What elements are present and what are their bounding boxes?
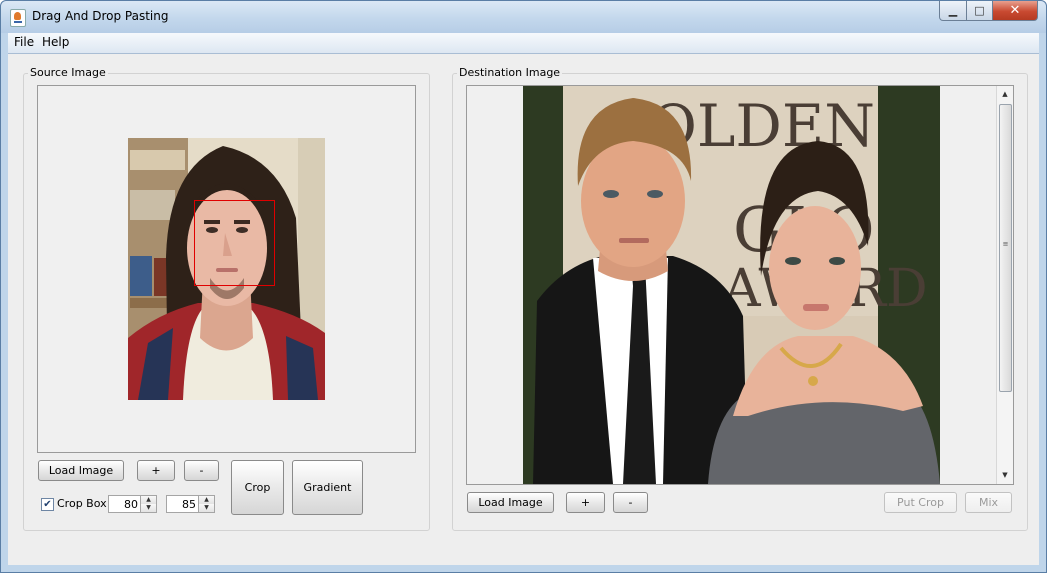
close-icon: ✕	[1009, 3, 1021, 18]
source-zoom-out-button[interactable]: -	[184, 460, 219, 481]
crop-width-down-arrow-icon[interactable]: ▼	[141, 504, 156, 512]
man-mouth	[619, 238, 649, 243]
scrollbar-grip-icon: ≡	[1002, 240, 1009, 248]
crop-height-down-arrow-icon[interactable]: ▼	[199, 504, 214, 512]
shelf-books	[130, 256, 152, 296]
crop-width-value[interactable]: 80	[124, 498, 138, 511]
title-bar[interactable]: Drag And Drop Pasting ▁ □ ✕	[1, 1, 1046, 33]
crop-width-spinner[interactable]: 80 ▲ ▼	[108, 495, 157, 513]
destination-group-title: Destination Image	[457, 66, 563, 79]
source-group-title: Source Image	[28, 66, 108, 79]
scroll-up-arrow-icon[interactable]: ▲	[997, 86, 1013, 102]
crop-width-spin-buttons: ▲ ▼	[140, 496, 156, 512]
maximize-button[interactable]: □	[967, 1, 993, 21]
crop-height-spin-buttons: ▲ ▼	[198, 496, 214, 512]
woman-mouth	[803, 304, 829, 311]
menu-bar: File Help	[8, 33, 1039, 54]
destination-image-panel[interactable]: GOLDEN GLO AWARD	[466, 85, 1014, 485]
minimize-button[interactable]: ▁	[939, 1, 967, 21]
shelf-board	[130, 190, 175, 220]
necklace-pendant	[808, 376, 818, 386]
window-controls: ▁ □ ✕	[939, 1, 1038, 21]
mix-button[interactable]: Mix	[965, 492, 1012, 513]
gradient-button[interactable]: Gradient	[292, 460, 363, 515]
dest-photo-woman-face	[769, 206, 861, 330]
minimize-icon: ▁	[948, 4, 958, 17]
man-eye	[647, 190, 663, 198]
menu-file[interactable]: File	[14, 35, 34, 49]
woman-eye	[829, 257, 845, 265]
shelf-board	[130, 298, 170, 308]
crop-button[interactable]: Crop	[231, 460, 284, 515]
woman-eye	[785, 257, 801, 265]
destination-vertical-scrollbar[interactable]: ▲ ≡ ▼	[996, 86, 1013, 484]
close-button[interactable]: ✕	[993, 1, 1038, 21]
maximize-icon: □	[974, 4, 985, 17]
source-load-image-button[interactable]: Load Image	[38, 460, 124, 481]
window-title: Drag And Drop Pasting	[32, 9, 169, 23]
scroll-down-arrow-icon[interactable]: ▼	[997, 467, 1013, 483]
crop-height-spinner[interactable]: 85 ▲ ▼	[166, 495, 215, 513]
crop-box-rectangle[interactable]	[194, 200, 275, 286]
destination-zoom-out-button[interactable]: -	[613, 492, 648, 513]
app-window: Drag And Drop Pasting ▁ □ ✕ File Help So…	[0, 0, 1047, 573]
java-app-icon	[10, 9, 26, 27]
content-area: Source Image Load Image + - Crop Gradien…	[8, 54, 1039, 565]
crop-height-value[interactable]: 85	[182, 498, 196, 511]
destination-photo[interactable]: GOLDEN GLO AWARD	[523, 86, 940, 484]
put-crop-button[interactable]: Put Crop	[884, 492, 957, 513]
menu-help[interactable]: Help	[42, 35, 69, 49]
crop-box-checkbox[interactable]: ✔	[41, 498, 54, 511]
man-eye	[603, 190, 619, 198]
destination-zoom-in-button[interactable]: +	[566, 492, 605, 513]
shelf-board	[130, 150, 185, 170]
source-zoom-in-button[interactable]: +	[137, 460, 175, 481]
source-image-panel[interactable]	[37, 85, 416, 453]
crop-box-label: Crop Box	[57, 497, 107, 510]
destination-load-image-button[interactable]: Load Image	[467, 492, 554, 513]
scrollbar-thumb[interactable]: ≡	[999, 104, 1012, 392]
